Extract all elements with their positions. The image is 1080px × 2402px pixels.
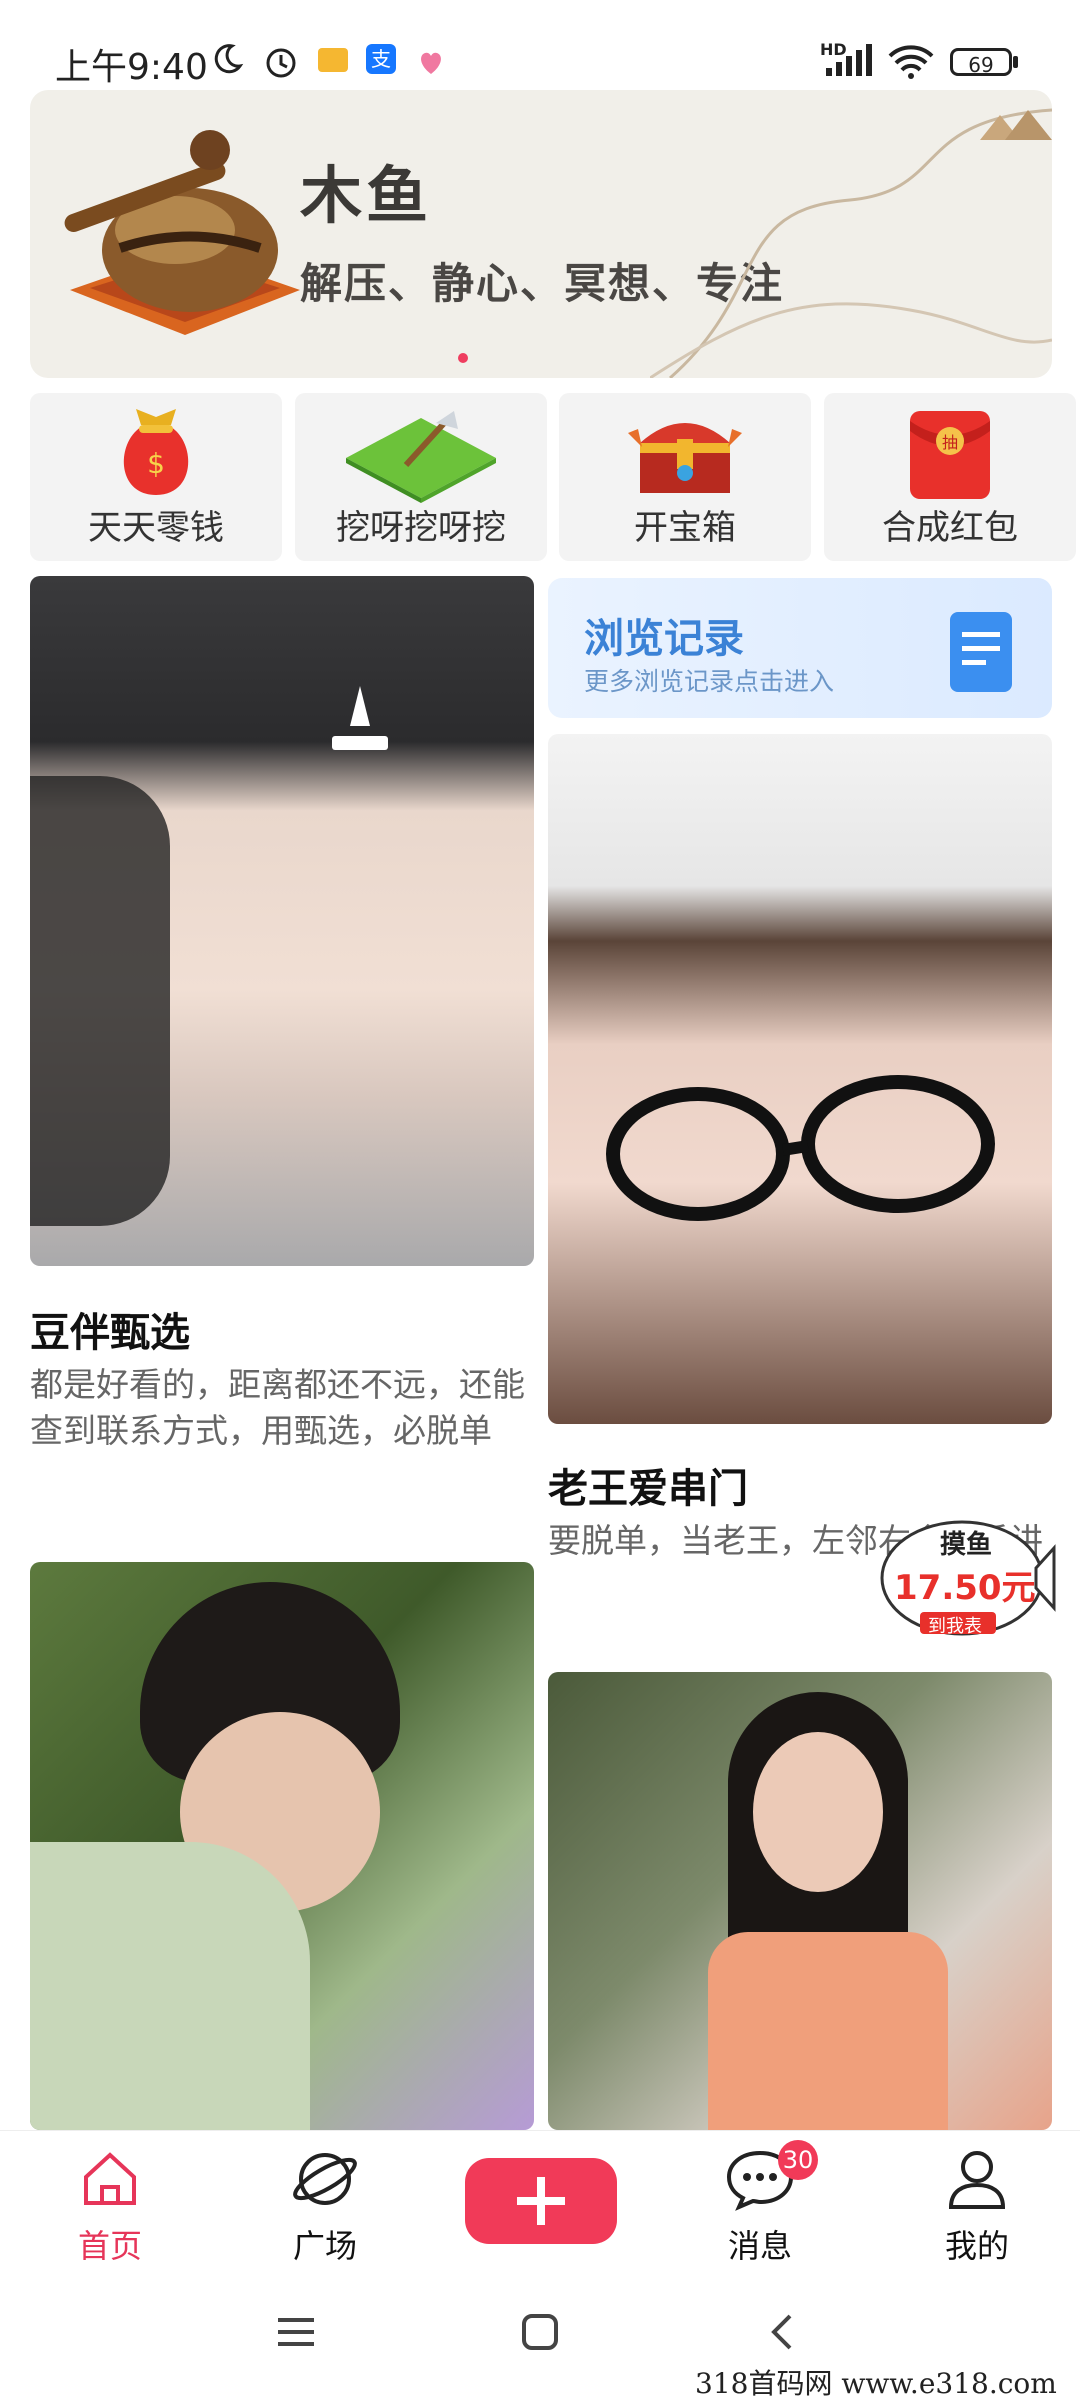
- home-icon: [84, 2152, 136, 2205]
- alipay-icon: 支: [366, 44, 396, 74]
- badge-amount: 17.50元: [894, 1568, 1036, 1608]
- status-time: 上午9:40: [55, 47, 208, 88]
- battery-indicator: 69: [950, 48, 1012, 77]
- back-icon[interactable]: [764, 2312, 804, 2352]
- glasses-icon: [606, 1075, 995, 1221]
- hair-shadow: [30, 776, 170, 1226]
- wooden-fish-banner[interactable]: 木鱼 解压、静心、冥想、专注: [30, 90, 1052, 378]
- tab-mine[interactable]: 我的: [897, 2139, 1057, 2269]
- user-icon: [948, 2151, 1006, 2209]
- signal-icon: [826, 44, 872, 76]
- feed-image-right-1[interactable]: [548, 734, 1052, 1424]
- feed-title-left-1[interactable]: 豆伴甄选: [30, 1300, 190, 1358]
- plus-icon: [517, 2177, 565, 2225]
- dress-shape: [30, 1842, 310, 2130]
- tab-messages-label: 消息: [727, 2227, 792, 2265]
- treasure-chest-icon: [628, 423, 742, 493]
- red-envelope-icon: 抽: [910, 411, 990, 499]
- app-heart-icon: [421, 52, 441, 74]
- status-bar: 上午9:40 支 HD 69: [0, 0, 1080, 90]
- svg-text:抽: 抽: [942, 433, 958, 452]
- badge-top-text: 摸鱼: [940, 1530, 993, 1560]
- quick-item-dig[interactable]: 挖呀挖呀挖: [295, 393, 547, 561]
- quick-label-dig: 挖呀挖呀挖: [336, 508, 506, 548]
- feed-image-left-1[interactable]: [30, 576, 534, 1266]
- tab-square[interactable]: 广场: [245, 2139, 405, 2269]
- publish-button[interactable]: [465, 2158, 617, 2244]
- document-icon: [950, 612, 1012, 692]
- moon-icon: [214, 44, 244, 74]
- quick-actions: $ 天天零钱 挖呀挖呀挖 开宝箱 抽 合成红包: [30, 393, 1076, 561]
- messages-count-badge: 30: [778, 2140, 818, 2180]
- history-subtitle: 更多浏览记录点击进入: [584, 667, 835, 696]
- wifi-icon: [888, 45, 934, 79]
- quick-label-treasure: 开宝箱: [634, 508, 736, 548]
- carousel-indicator: [458, 353, 468, 363]
- hat-logo-icon: [332, 686, 388, 750]
- badge-bottom-text: 到我表: [928, 1616, 982, 1637]
- feed-image-right-2[interactable]: [548, 1672, 1052, 2130]
- watermark-text: 318首码网 www.e318.com: [695, 2367, 1057, 2400]
- notification-yellow-icon: [318, 48, 348, 72]
- battery-cap: [1013, 56, 1018, 68]
- tab-home-label: 首页: [77, 2227, 142, 2265]
- banner-title: 木鱼: [300, 159, 433, 232]
- reward-float-badge[interactable]: 摸鱼 17.50元 到我表: [878, 1508, 1056, 1640]
- tab-home[interactable]: 首页: [30, 2139, 190, 2269]
- shovel-grass-icon: [346, 411, 496, 503]
- dress-shape: [708, 1932, 948, 2130]
- planet-icon: [293, 2153, 357, 2205]
- quick-item-treasure[interactable]: 开宝箱: [559, 393, 811, 561]
- feed-desc-left-1: 都是好看的，距离都还不远，还能查到联系方式，用甄选，必脱单: [30, 1365, 525, 1450]
- tab-square-label: 广场: [292, 2227, 357, 2265]
- face-shape: [753, 1732, 883, 1892]
- feed-image-left-2[interactable]: [30, 1562, 534, 2130]
- banner-decoration: [650, 108, 1052, 378]
- history-title: 浏览记录: [584, 616, 744, 662]
- menu-icon[interactable]: [276, 2312, 316, 2352]
- feed-title-right-1[interactable]: 老王爱串门: [548, 1456, 748, 1514]
- quick-label-red-envelope: 合成红包: [882, 508, 1018, 548]
- home-square-icon[interactable]: [520, 2312, 560, 2352]
- quick-item-daily-money[interactable]: $ 天天零钱: [30, 393, 282, 561]
- alarm-icon: [266, 48, 296, 78]
- quick-item-red-envelope[interactable]: 抽 合成红包: [824, 393, 1076, 561]
- svg-text:$: $: [147, 447, 165, 480]
- money-bag-icon: $: [123, 409, 189, 495]
- history-card[interactable]: 浏览记录 更多浏览记录点击进入: [548, 578, 1052, 718]
- quick-label-daily-money: 天天零钱: [88, 508, 224, 548]
- tab-mine-label: 我的: [944, 2227, 1009, 2265]
- wooden-fish-icon: [64, 130, 300, 335]
